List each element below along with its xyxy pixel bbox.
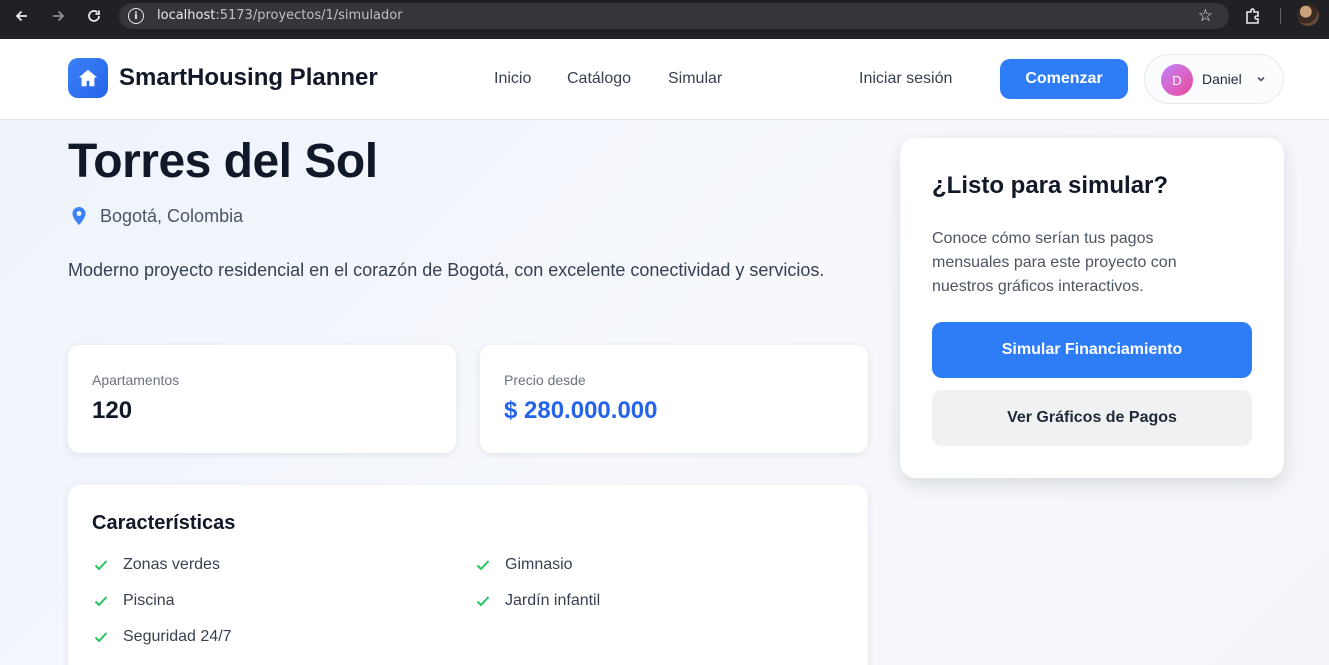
apartments-label: Apartamentos bbox=[92, 372, 180, 388]
simulation-card: ¿Listo para simular? Conoce cómo serían … bbox=[900, 138, 1284, 478]
address-bar[interactable]: i localhost:5173/proyectos/1/simulador ☆ bbox=[119, 3, 1229, 29]
simulate-financing-button[interactable]: Simular Financiamiento bbox=[932, 322, 1252, 378]
check-icon bbox=[94, 560, 108, 571]
forward-arrow-icon[interactable] bbox=[45, 3, 71, 29]
view-payment-charts-button[interactable]: Ver Gráficos de Pagos bbox=[932, 390, 1252, 446]
browser-profile-avatar[interactable] bbox=[1297, 4, 1319, 26]
app-header: SmartHousing Planner Inicio Catálogo Sim… bbox=[0, 39, 1329, 120]
toolbar-divider bbox=[1280, 8, 1281, 24]
feature-label: Gimnasio bbox=[505, 556, 573, 573]
feature-item: Seguridad 24/7 bbox=[92, 627, 232, 647]
browser-toolbar: i localhost:5173/proyectos/1/simulador ☆ bbox=[0, 0, 1329, 39]
features-card: Características Zonas verdes Gimnasio Pi… bbox=[68, 485, 868, 665]
extensions-icon[interactable] bbox=[1243, 6, 1263, 26]
info-icon[interactable]: i bbox=[128, 8, 144, 24]
user-menu[interactable]: D Daniel bbox=[1144, 54, 1284, 104]
nav-link-simular[interactable]: Simular bbox=[668, 70, 722, 88]
features-title: Características bbox=[92, 512, 236, 534]
feature-item: Gimnasio bbox=[474, 555, 573, 575]
simulation-description: Conoce cómo serían tus pagos mensuales p… bbox=[932, 230, 1177, 295]
nav-link-catalogo[interactable]: Catálogo bbox=[567, 70, 631, 88]
apartments-value: 120 bbox=[92, 397, 133, 424]
feature-item: Zonas verdes bbox=[92, 555, 220, 575]
price-label: Precio desde bbox=[504, 372, 586, 388]
feature-label: Piscina bbox=[123, 592, 175, 609]
back-arrow-icon[interactable] bbox=[9, 3, 35, 29]
price-value: $ 280.000.000 bbox=[504, 397, 658, 424]
feature-label: Zonas verdes bbox=[123, 556, 220, 573]
location-text: Bogotá, Colombia bbox=[100, 205, 244, 226]
user-name: Daniel bbox=[1202, 71, 1242, 87]
home-icon[interactable] bbox=[68, 58, 108, 98]
check-icon bbox=[94, 596, 108, 607]
project-location: Bogotá, Colombia bbox=[68, 205, 243, 227]
chevron-down-icon bbox=[1257, 76, 1265, 82]
start-button[interactable]: Comenzar bbox=[1000, 59, 1128, 99]
feature-item: Piscina bbox=[92, 591, 175, 611]
nav-link-inicio[interactable]: Inicio bbox=[494, 70, 531, 88]
star-icon[interactable]: ☆ bbox=[1198, 6, 1213, 26]
reload-icon[interactable] bbox=[81, 3, 107, 29]
project-title: Torres del Sol bbox=[68, 135, 378, 188]
avatar: D bbox=[1161, 64, 1193, 96]
location-pin-icon bbox=[72, 207, 86, 225]
simulation-title: ¿Listo para simular? bbox=[932, 172, 1169, 199]
feature-item: Jardín infantil bbox=[474, 591, 600, 611]
project-description: Moderno proyecto residencial en el coraz… bbox=[68, 260, 825, 280]
price-card: Precio desde $ 280.000.000 bbox=[480, 345, 868, 453]
feature-label: Jardín infantil bbox=[505, 592, 601, 609]
check-icon bbox=[476, 596, 490, 607]
check-icon bbox=[94, 632, 108, 643]
check-icon bbox=[476, 560, 490, 571]
feature-label: Seguridad 24/7 bbox=[123, 628, 232, 645]
apartments-card: Apartamentos 120 bbox=[68, 345, 456, 453]
brand-name[interactable]: SmartHousing Planner bbox=[119, 64, 378, 92]
url-text: localhost:5173/proyectos/1/simulador bbox=[157, 8, 403, 23]
login-link[interactable]: Iniciar sesión bbox=[859, 70, 952, 88]
